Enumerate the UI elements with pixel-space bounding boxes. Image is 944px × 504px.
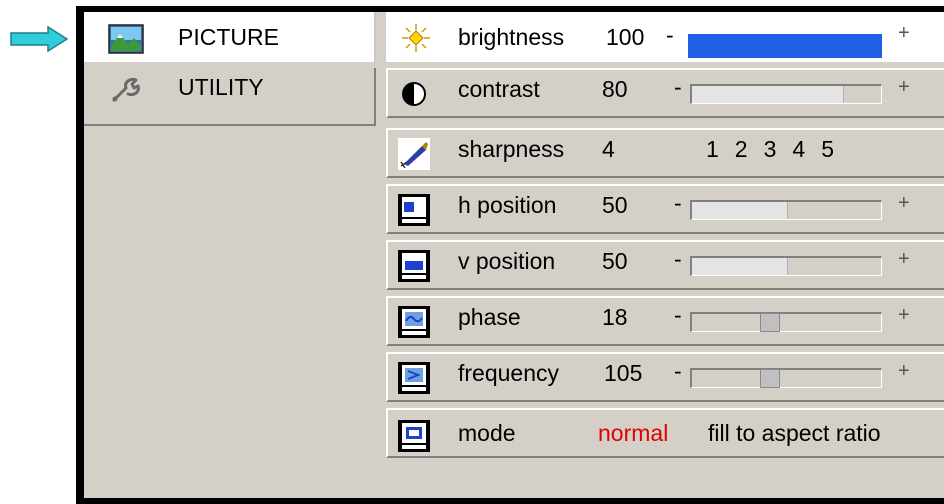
contrast-slider-fill <box>692 86 845 103</box>
v-position-label: v position <box>458 248 556 274</box>
sharpness-level-option[interactable]: 4 <box>792 136 805 163</box>
mode-option-fill-aspect[interactable]: fill to aspect ratio <box>708 420 881 447</box>
v-position-slider-fill <box>692 258 788 275</box>
mode-row[interactable]: mode normal fill to aspect ratio <box>386 408 944 458</box>
sharpness-label: sharpness <box>458 136 565 162</box>
contrast-icon <box>402 82 426 106</box>
h-position-increase[interactable]: + <box>898 192 910 215</box>
h-position-decrease[interactable]: - <box>674 190 682 217</box>
mode-label: mode <box>458 420 516 446</box>
phase-row[interactable]: phase 18 - + <box>386 296 944 346</box>
v-position-row[interactable]: v position 50 - + <box>386 240 944 290</box>
frequency-decrease[interactable]: - <box>674 358 682 385</box>
frequency-value: 105 <box>604 360 643 386</box>
sharpness-row[interactable]: sharpness 4 1 2 3 4 5 <box>386 128 944 178</box>
tab-divider <box>376 12 384 68</box>
phase-value: 18 <box>602 304 628 330</box>
monitor-phase-icon <box>398 306 430 338</box>
contrast-row[interactable]: contrast 80 - + <box>386 68 944 118</box>
mode-option-normal[interactable]: normal <box>598 420 668 447</box>
sharpness-level-option[interactable]: 1 <box>706 136 719 163</box>
sharpness-level-option[interactable]: 5 <box>821 136 834 163</box>
monitor-h-position-icon <box>398 194 430 226</box>
h-position-slider[interactable] <box>690 200 882 220</box>
pointer-arrow-icon <box>10 26 68 52</box>
h-position-row[interactable]: h position 50 - + <box>386 184 944 234</box>
osd-panel: PICTURE UTILITY brightness 100 - + contr… <box>84 12 944 498</box>
contrast-label: contrast <box>458 76 540 102</box>
v-position-decrease[interactable]: - <box>674 246 682 273</box>
monitor-v-position-icon <box>398 250 430 282</box>
tab-utility-label: UTILITY <box>178 74 264 100</box>
contrast-decrease[interactable]: - <box>674 74 682 101</box>
brightness-slider[interactable] <box>688 34 882 58</box>
h-position-label: h position <box>458 192 557 218</box>
sharpness-level-option[interactable]: 2 <box>735 136 748 163</box>
contrast-increase[interactable]: + <box>898 76 910 99</box>
brightness-value: 100 <box>606 24 645 50</box>
phase-decrease[interactable]: - <box>674 302 682 329</box>
brightness-row[interactable]: brightness 100 - + <box>386 12 944 62</box>
sharpness-level-option[interactable]: 3 <box>764 136 777 163</box>
sharpness-value: 4 <box>602 136 615 162</box>
v-position-value: 50 <box>602 248 628 274</box>
v-position-increase[interactable]: + <box>898 248 910 271</box>
phase-slider[interactable] <box>690 312 882 332</box>
h-position-slider-fill <box>692 202 788 219</box>
tab-utility[interactable]: UTILITY <box>84 68 376 126</box>
monitor-mode-icon <box>398 420 430 452</box>
contrast-value: 80 <box>602 76 628 102</box>
tab-picture-label: PICTURE <box>178 24 279 50</box>
wrench-icon <box>112 78 140 102</box>
brightness-increase[interactable]: + <box>898 22 910 45</box>
phase-slider-thumb[interactable] <box>760 313 780 332</box>
frequency-row[interactable]: frequency 105 - + <box>386 352 944 402</box>
monitor-frequency-icon <box>398 362 430 394</box>
contrast-slider[interactable] <box>690 84 882 104</box>
sharpness-icon <box>398 138 430 170</box>
phase-label: phase <box>458 304 521 330</box>
brightness-decrease[interactable]: - <box>666 22 674 49</box>
tab-picture[interactable]: PICTURE <box>84 12 376 62</box>
phase-increase[interactable]: + <box>898 304 910 327</box>
frequency-label: frequency <box>458 360 560 386</box>
frequency-increase[interactable]: + <box>898 360 910 383</box>
frequency-slider[interactable] <box>690 368 882 388</box>
v-position-slider[interactable] <box>690 256 882 276</box>
sharpness-levels: 1 2 3 4 5 <box>706 136 834 163</box>
osd-menu: PICTURE UTILITY brightness 100 - + contr… <box>76 6 944 504</box>
frequency-slider-thumb[interactable] <box>760 369 780 388</box>
sun-icon <box>402 24 430 52</box>
h-position-value: 50 <box>602 192 628 218</box>
picture-icon <box>108 24 144 54</box>
brightness-label: brightness <box>458 24 565 50</box>
